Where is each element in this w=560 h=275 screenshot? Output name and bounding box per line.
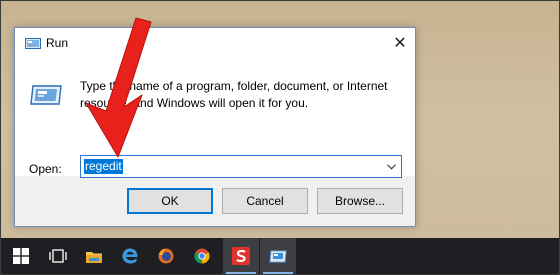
annotation-arrow-icon bbox=[85, 17, 152, 158]
